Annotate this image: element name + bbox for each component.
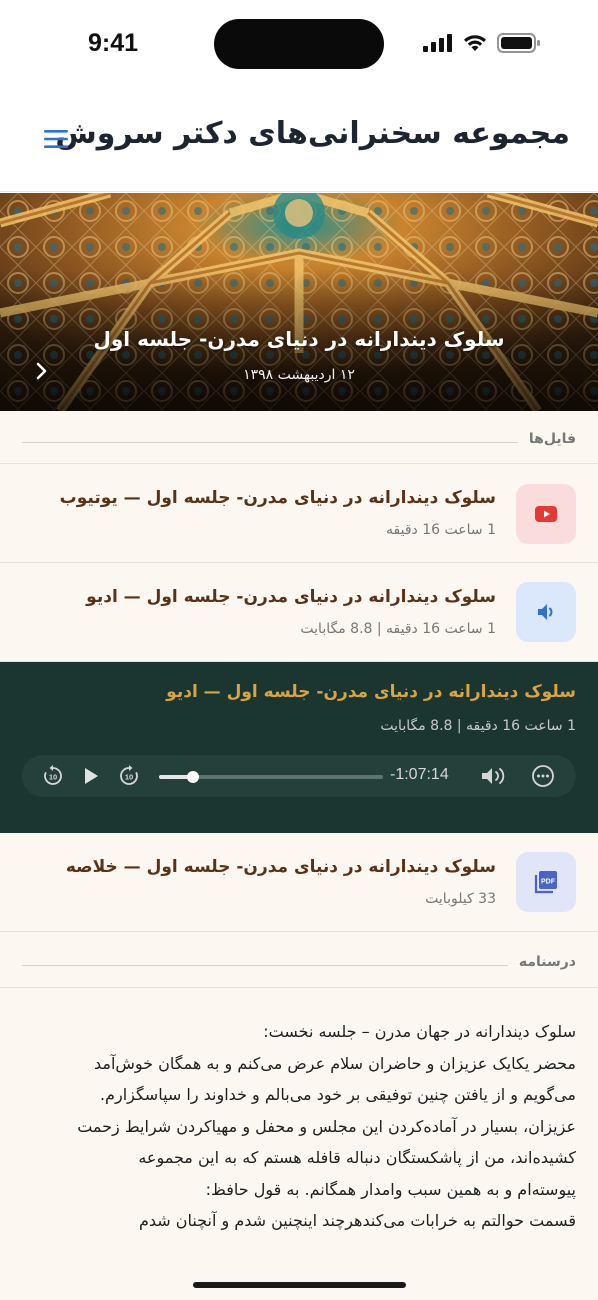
menu-button[interactable] xyxy=(40,126,72,152)
more-options-icon[interactable] xyxy=(531,764,555,788)
battery-icon xyxy=(497,33,540,53)
file-meta: 33 کیلوبایت xyxy=(425,891,496,907)
section-divider xyxy=(0,987,598,988)
transcript-line: کشیده‌اند، من از پاشکستگان دنباله قافله … xyxy=(138,1148,576,1167)
file-icon-box xyxy=(516,484,576,544)
file-meta: 1 ساعت 16 دقیقه | 8.8 مگابایت xyxy=(300,621,496,637)
page-title: مجموعه سخنرانی‌های دکتر سروش xyxy=(55,116,570,151)
transcript-section-label: درسنامه xyxy=(518,954,576,970)
speaker-icon xyxy=(538,604,553,620)
transcript-line: سلوک دیندارانه در جهان مدرن – جلسه نخست: xyxy=(263,1022,576,1041)
transcript-line: عزیزان، بسیار در آماده‌کردن این مجلس و م… xyxy=(77,1116,576,1136)
file-icon-box: PDF xyxy=(516,852,576,912)
svg-text:10: 10 xyxy=(125,773,133,782)
hero-date: ۱۲ اردیبهشت ۱۳۹۸ xyxy=(243,367,355,383)
youtube-icon xyxy=(535,506,557,522)
chevron-right-icon[interactable] xyxy=(30,360,52,382)
player-meta: 1 ساعت 16 دقیقه | 8.8 مگابایت xyxy=(380,718,576,734)
section-divider xyxy=(22,442,518,443)
home-indicator[interactable] xyxy=(193,1282,406,1288)
progress-slider[interactable] xyxy=(159,771,383,783)
hero-title: سلوک دیندارانه در دنیای مدرن- جلسه اول xyxy=(93,327,505,351)
cellular-signal-icon xyxy=(423,34,452,52)
transcript-line: پیوسته‌ام و به همین سبب وامدار همگانم. ب… xyxy=(205,1179,576,1199)
time-remaining: -1:07:14 xyxy=(390,766,449,783)
file-icon-box xyxy=(516,582,576,642)
hero-banner[interactable]: سلوک دیندارانه در دنیای مدرن- جلسه اول ۱… xyxy=(0,193,598,411)
player-controls: 10 10 -1:07:14 xyxy=(22,755,576,797)
audio-player: سلوک دیندارانه در دنیای مدرن- جلسه اول —… xyxy=(0,662,598,833)
svg-text:10: 10 xyxy=(49,773,57,782)
transcript-line: می‌گویم و از یافتن چنین توفیقی بر خود می… xyxy=(99,1085,576,1104)
file-title: سلوک دیندارانه در دنیای مدرن- جلسه اول —… xyxy=(65,857,496,877)
status-icons xyxy=(423,33,541,53)
rewind-10-icon[interactable]: 10 xyxy=(41,764,65,788)
wifi-icon xyxy=(464,35,486,51)
progress-knob[interactable] xyxy=(186,771,199,783)
app-header: مجموعه سخنرانی‌های دکتر سروش xyxy=(0,88,598,192)
status-bar: 9:41 xyxy=(0,0,598,88)
pdf-icon: PDF xyxy=(534,871,557,894)
hamburger-menu-icon[interactable] xyxy=(40,126,72,152)
file-item-audio[interactable]: سلوک دیندارانه در دنیای مدرن- جلسه اول —… xyxy=(0,563,598,662)
file-item-youtube[interactable]: سلوک دیندارانه در دنیای مدرن- جلسه اول —… xyxy=(0,463,598,563)
transcript-body: سلوک دیندارانه در جهان مدرن – جلسه نخست:… xyxy=(20,1016,576,1237)
forward-10-icon[interactable]: 10 xyxy=(117,764,141,788)
file-title: سلوک دیندارانه در دنیای مدرن- جلسه اول —… xyxy=(59,488,496,508)
file-item-pdf[interactable]: PDF سلوک دیندارانه در دنیای مدرن- جلسه ا… xyxy=(0,833,598,932)
file-title: سلوک دیندارانه در دنیای مدرن- جلسه اول —… xyxy=(86,587,496,607)
dynamic-island xyxy=(214,19,384,69)
svg-text:PDF: PDF xyxy=(541,879,556,886)
section-divider xyxy=(22,965,508,966)
file-meta: 1 ساعت 16 دقیقه xyxy=(386,522,496,538)
transcript-line: محضر یکایک عزیزان و حاضران سلام عرض می‌ک… xyxy=(93,1053,576,1073)
transcript-line: قسمت حوالتم به خرابات می‌کندهرچند اینچنی… xyxy=(138,1211,576,1230)
hero-next-button[interactable] xyxy=(30,360,52,382)
player-title: سلوک دیندارانه در دنیای مدرن- جلسه اول —… xyxy=(166,682,576,702)
status-time: 9:41 xyxy=(88,29,139,57)
volume-icon[interactable] xyxy=(480,764,512,788)
play-icon[interactable] xyxy=(79,764,103,788)
files-section-label: فایل‌ها xyxy=(528,431,576,447)
